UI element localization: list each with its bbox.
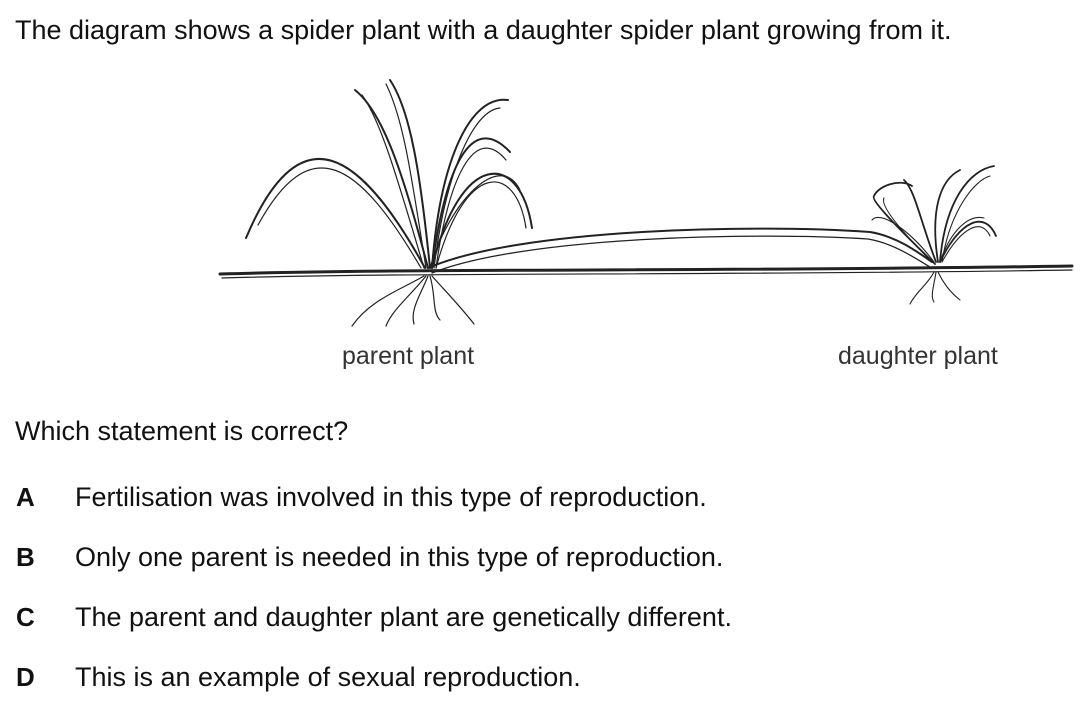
option-text-a: Fertilisation was involved in this type … [75,482,707,512]
parent-plant-label: parent plant [342,342,475,370]
option-letter-a: A [16,482,35,512]
option-text-b: Only one parent is needed in this type o… [75,542,724,572]
option-letter-c: C [16,602,35,632]
option-letter-b: B [16,542,35,572]
daughter-plant-label: daughter plant [838,342,998,370]
parent-plant [245,79,533,327]
option-letter-d: D [16,662,35,692]
daughter-plant [871,165,997,305]
ground-line [218,264,1074,276]
option-text-d: This is an example of sexual reproductio… [75,662,581,692]
runner-stem [427,227,933,269]
option-text-c: The parent and daughter plant are geneti… [75,602,732,632]
question-text: Which statement is correct? [15,416,349,446]
